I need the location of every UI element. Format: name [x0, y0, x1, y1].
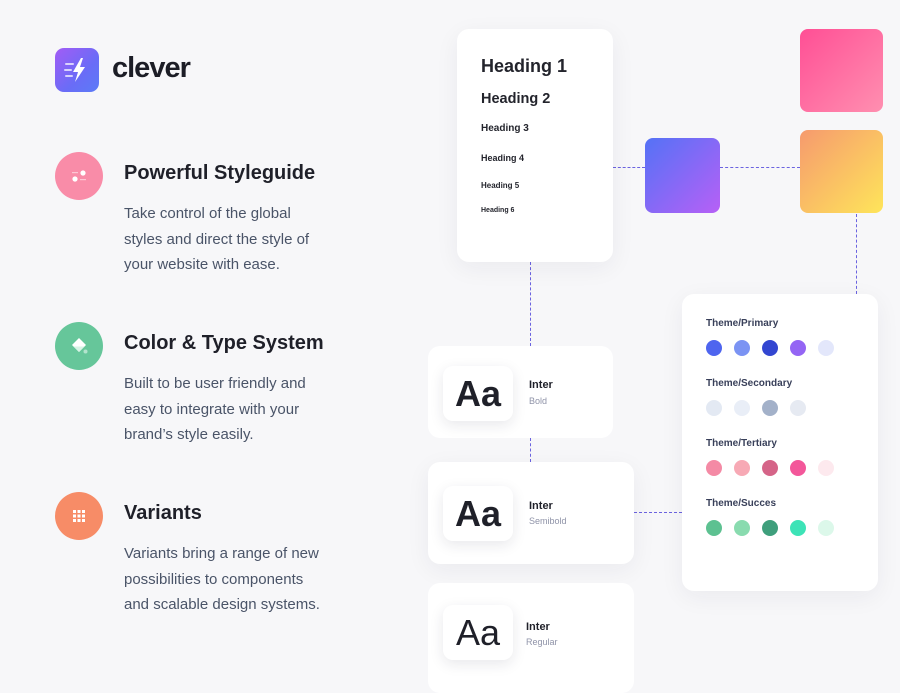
- color-swatch-dot[interactable]: [762, 520, 778, 536]
- palette-label: Theme/Primary: [706, 318, 779, 329]
- feature-desc-line: possibilities to components: [124, 570, 304, 588]
- color-swatch-dot[interactable]: [818, 460, 834, 476]
- color-swatch-dot[interactable]: [790, 340, 806, 356]
- connector-line: [530, 438, 531, 462]
- type-card-regular: Aa Inter Regular: [428, 583, 634, 693]
- feature-description: Take control of the global styles and di…: [124, 201, 364, 278]
- connector-line: [530, 262, 531, 346]
- connector-line: [720, 167, 800, 168]
- feature-desc-line: brand’s style easily.: [124, 426, 254, 443]
- brand-logo: [55, 48, 99, 92]
- bolt-icon: [64, 58, 85, 82]
- grid-icon: [73, 510, 85, 522]
- palette-label: Theme/Tertiary: [706, 438, 777, 449]
- font-family-label: Inter: [526, 621, 550, 633]
- gradient-swatch-pink: [800, 29, 883, 112]
- gradient-swatch-purple: [645, 138, 720, 213]
- feature-desc-line: Take control of the global: [124, 205, 291, 222]
- feature-desc-line: your website with ease.: [124, 256, 280, 273]
- type-sample: Aa: [443, 605, 513, 660]
- type-sample: Aa: [443, 366, 513, 421]
- color-swatch-dot[interactable]: [706, 400, 722, 416]
- color-swatch-dot[interactable]: [762, 460, 778, 476]
- font-family-label: Inter: [529, 500, 553, 512]
- color-swatch-dot[interactable]: [790, 520, 806, 536]
- feature-description: Variants bring a range of new possibilit…: [124, 541, 364, 618]
- feature-desc-line: Variants bring a range of new: [124, 545, 319, 562]
- feature-icon-variants: [55, 492, 103, 540]
- feature-title: Variants: [124, 502, 202, 524]
- font-weight-label: Regular: [526, 637, 558, 647]
- nodes-icon: [72, 170, 86, 182]
- color-swatch-dot[interactable]: [790, 460, 806, 476]
- heading-5-sample: Heading 5: [481, 181, 520, 190]
- palette-dots: [706, 400, 806, 416]
- heading-1-sample: Heading 1: [481, 56, 568, 76]
- feature-icon-styleguide: [55, 152, 103, 200]
- color-swatch-dot[interactable]: [790, 400, 806, 416]
- palette-dots: [706, 340, 834, 356]
- heading-6-sample: Heading 6: [481, 207, 515, 214]
- color-swatch-dot[interactable]: [818, 520, 834, 536]
- color-swatch-dot[interactable]: [706, 460, 722, 476]
- heading-2-sample: Heading 2: [481, 91, 551, 107]
- type-card-semibold: Aa Inter Semibold: [428, 462, 634, 564]
- color-swatch-dot[interactable]: [734, 520, 750, 536]
- color-swatch-dot[interactable]: [818, 340, 834, 356]
- palette-dots: [706, 460, 834, 476]
- brand-name: clever: [112, 52, 191, 84]
- feature-title: Powerful Styleguide: [124, 162, 316, 184]
- font-family-label: Inter: [529, 379, 553, 391]
- palette-dots: [706, 520, 834, 536]
- feature-icon-color-type: [55, 322, 103, 370]
- feature-description: Built to be user friendly and easy to in…: [124, 371, 364, 448]
- heading-3-sample: Heading 3: [481, 123, 529, 134]
- paint-bucket-icon: [72, 338, 88, 354]
- feature-desc-line: easy to integrate with your: [124, 400, 300, 418]
- color-swatch-dot[interactable]: [734, 400, 750, 416]
- heading-4-sample: Heading 4: [481, 153, 525, 163]
- font-weight-label: Semibold: [529, 516, 567, 526]
- palette-label: Theme/Secondary: [706, 378, 793, 389]
- color-swatch-dot[interactable]: [734, 460, 750, 476]
- font-weight-label: Bold: [529, 396, 548, 406]
- feature-desc-line: and scalable design systems.: [124, 596, 320, 613]
- gradient-swatch-orange: [800, 130, 883, 213]
- type-card-bold: Aa Inter Bold: [428, 346, 613, 438]
- palette-label: Theme/Succes: [706, 498, 777, 509]
- connector-line: [613, 167, 645, 168]
- color-swatch-dot[interactable]: [762, 340, 778, 356]
- color-swatch-dot[interactable]: [706, 340, 722, 356]
- connector-line: [634, 512, 682, 513]
- feature-desc-line: styles and direct the style of: [124, 230, 310, 248]
- color-swatch-dot[interactable]: [706, 520, 722, 536]
- color-swatch-dot[interactable]: [762, 400, 778, 416]
- color-swatch-dot[interactable]: [734, 340, 750, 356]
- feature-title: Color & Type System: [124, 332, 324, 354]
- color-palette-card: Theme/Primary Theme/Secondary Theme/Tert…: [682, 294, 878, 591]
- heading-styles-card: Heading 1 Heading 2 Heading 3 Heading 4 …: [457, 29, 613, 262]
- connector-line: [856, 214, 857, 294]
- feature-desc-line: Built to be user friendly and: [124, 375, 306, 392]
- type-sample: Aa: [443, 486, 513, 541]
